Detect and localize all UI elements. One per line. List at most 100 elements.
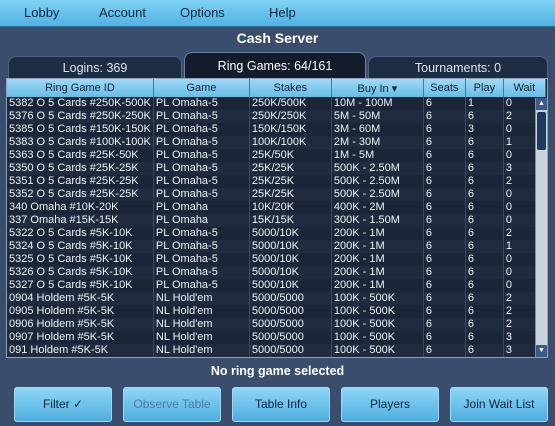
table-row[interactable]: 0904 Holdem #5K-5K NL Hold'em 5000/5000 100… (7, 292, 546, 305)
observe-table-button[interactable]: Observe Table (123, 387, 221, 422)
table-row[interactable]: 5351 O 5 Cards #25K-25K PL Omaha-5 25K/25K… (7, 175, 546, 188)
tab-logins[interactable]: Logins: 369 (8, 56, 182, 79)
cell-stakes: 5000/10K (249, 266, 332, 279)
cell-buy-in: 500K - 2.50M (331, 175, 424, 188)
cell-game: PL Omaha-5 (153, 110, 250, 123)
table-row[interactable]: 0905 Holdem #5K-5K NL Hold'em 5000/5000 100… (7, 305, 546, 318)
tab-ring-games[interactable]: Ring Games: 64/161 (184, 52, 366, 79)
cell-seats: 6 (423, 123, 466, 136)
cell-buy-in: 2M - 30M (331, 136, 424, 149)
cell-play: 6 (465, 110, 504, 123)
table-row[interactable]: 5385 O 5 Cards #150K-150K PL Omaha-5 150K/… (7, 123, 546, 136)
cell-ring-game-id: 5352 O 5 Cards #25K-25K (7, 188, 154, 201)
cell-game: NL Hold'em (153, 292, 250, 305)
join-wait-list-button[interactable]: Join Wait List (450, 387, 548, 422)
cell-play: 6 (465, 292, 504, 305)
tab-tournaments[interactable]: Tournaments: 0 (368, 56, 548, 79)
cell-seats: 6 (423, 266, 466, 279)
table-row[interactable]: 0907 Holdem #5K-5K NL Hold'em 5000/5000 100… (7, 331, 546, 344)
cell-ring-game-id: 5383 O 5 Cards #100K-100K (7, 136, 154, 149)
scroll-down-arrow-icon[interactable]: ▼ (536, 345, 547, 357)
table-row[interactable]: 5363 O 5 Cards #25K-50K PL Omaha-5 25K/50K… (7, 149, 546, 162)
col-seats[interactable]: Seats (423, 79, 466, 97)
cell-game: PL Omaha-5 (153, 240, 250, 253)
cell-seats: 6 (423, 240, 466, 253)
table-row[interactable]: 5350 O 5 Cards #25K-25K PL Omaha-5 25K/25K… (7, 162, 546, 175)
table-row[interactable]: 0906 Holdem #5K-5K NL Hold'em 5000/5000 100… (7, 318, 546, 331)
cell-stakes: 150K/150K (249, 123, 332, 136)
cell-stakes: 5000/5000 (249, 344, 332, 357)
cell-play: 6 (465, 318, 504, 331)
cell-play: 6 (465, 214, 504, 227)
table-row[interactable]: 337 Omaha #15K-15K PL Omaha 15K/15K 300K - … (7, 214, 546, 227)
selection-status: No ring game selected (210, 364, 345, 378)
tab-bar: Logins: 369 Ring Games: 64/161 Tournamen… (0, 52, 555, 79)
table-row[interactable]: 5327 O 5 Cards #5K-10K PL Omaha-5 5000/10K… (7, 279, 546, 292)
cell-ring-game-id: 5385 O 5 Cards #150K-150K (7, 123, 154, 136)
cell-game: PL Omaha (153, 214, 250, 227)
cell-game: NL Hold'em (153, 331, 250, 344)
scroll-thumb[interactable] (537, 112, 546, 150)
cell-ring-game-id: 5327 O 5 Cards #5K-10K (7, 279, 154, 292)
scroll-up-arrow-icon[interactable]: ▲ (536, 98, 547, 110)
cell-ring-game-id: 5376 O 5 Cards #250K-250K (7, 110, 154, 123)
table-row[interactable]: 340 Omaha #10K-20K PL Omaha 10K/20K 400K - … (7, 201, 546, 214)
cell-play: 6 (465, 227, 504, 240)
cell-ring-game-id: 5325 O 5 Cards #5K-10K (7, 253, 154, 266)
cell-play: 6 (465, 136, 504, 149)
table-row[interactable]: 5382 O 5 Cards #250K-500K PL Omaha-5 250K/… (7, 97, 546, 110)
cell-buy-in: 200K - 1M (331, 240, 424, 253)
cell-buy-in: 10M - 100M (331, 97, 424, 110)
cell-seats: 6 (423, 175, 466, 188)
table-row[interactable]: 5326 O 5 Cards #5K-10K PL Omaha-5 5000/10K… (7, 266, 546, 279)
cell-stakes: 250K/500K (249, 97, 332, 110)
menu-options[interactable]: Options (180, 5, 225, 20)
menu-lobby[interactable]: Lobby (24, 5, 59, 20)
cell-stakes: 5000/10K (249, 253, 332, 266)
cell-seats: 6 (423, 149, 466, 162)
cell-stakes: 5000/5000 (249, 305, 332, 318)
cell-stakes: 10K/20K (249, 201, 332, 214)
col-stakes[interactable]: Stakes (249, 79, 332, 97)
table-row[interactable]: 5352 O 5 Cards #25K-25K PL Omaha-5 25K/25K… (7, 188, 546, 201)
cell-seats: 6 (423, 279, 466, 292)
cell-ring-game-id: 5322 O 5 Cards #5K-10K (7, 227, 154, 240)
cell-buy-in: 3M - 60M (331, 123, 424, 136)
col-buy-in[interactable]: Buy In ▾ (331, 79, 424, 97)
cell-buy-in: 100K - 500K (331, 292, 424, 305)
col-game[interactable]: Game (153, 79, 250, 97)
players-button[interactable]: Players (341, 387, 439, 422)
cell-seats: 6 (423, 136, 466, 149)
cell-stakes: 5000/10K (249, 227, 332, 240)
cell-game: PL Omaha-5 (153, 266, 250, 279)
filter-button[interactable]: Filter ✓ (14, 387, 112, 422)
table-row[interactable]: 5376 O 5 Cards #250K-250K PL Omaha-5 250K/… (7, 110, 546, 123)
cell-game: PL Omaha-5 (153, 136, 250, 149)
cell-buy-in: 500K - 2.50M (331, 162, 424, 175)
cell-play: 6 (465, 331, 504, 344)
cell-buy-in: 300K - 1.50M (331, 214, 424, 227)
table-row[interactable]: 5383 O 5 Cards #100K-100K PL Omaha-5 100K/… (7, 136, 546, 149)
table-row[interactable]: 5324 O 5 Cards #5K-10K PL Omaha-5 5000/10K… (7, 240, 546, 253)
cell-seats: 6 (423, 344, 466, 357)
table-info-button[interactable]: Table Info (232, 387, 330, 422)
cell-ring-game-id: 0907 Holdem #5K-5K (7, 331, 154, 344)
cell-stakes: 25K/50K (249, 149, 332, 162)
table-scrollbar[interactable]: ▲ ▼ (535, 98, 547, 357)
cell-buy-in: 500K - 2.50M (331, 188, 424, 201)
cell-stakes: 5000/5000 (249, 331, 332, 344)
col-play[interactable]: Play (465, 79, 504, 97)
col-ring-game-id[interactable]: Ring Game ID (7, 79, 154, 97)
table-row[interactable]: 5322 O 5 Cards #5K-10K PL Omaha-5 5000/10K… (7, 227, 546, 240)
cell-buy-in: 200K - 1M (331, 279, 424, 292)
table-row[interactable]: 091 Holdem #5K-5K NL Hold'em 5000/5000 100K… (7, 344, 546, 357)
cell-ring-game-id: 0904 Holdem #5K-5K (7, 292, 154, 305)
cell-seats: 6 (423, 110, 466, 123)
col-wait[interactable]: Wait (503, 79, 546, 97)
menu-help[interactable]: Help (269, 5, 296, 20)
cell-ring-game-id: 0906 Holdem #5K-5K (7, 318, 154, 331)
cell-game: PL Omaha-5 (153, 97, 250, 110)
menu-account[interactable]: Account (99, 5, 146, 20)
cell-stakes: 100K/100K (249, 136, 332, 149)
table-row[interactable]: 5325 O 5 Cards #5K-10K PL Omaha-5 5000/10K… (7, 253, 546, 266)
